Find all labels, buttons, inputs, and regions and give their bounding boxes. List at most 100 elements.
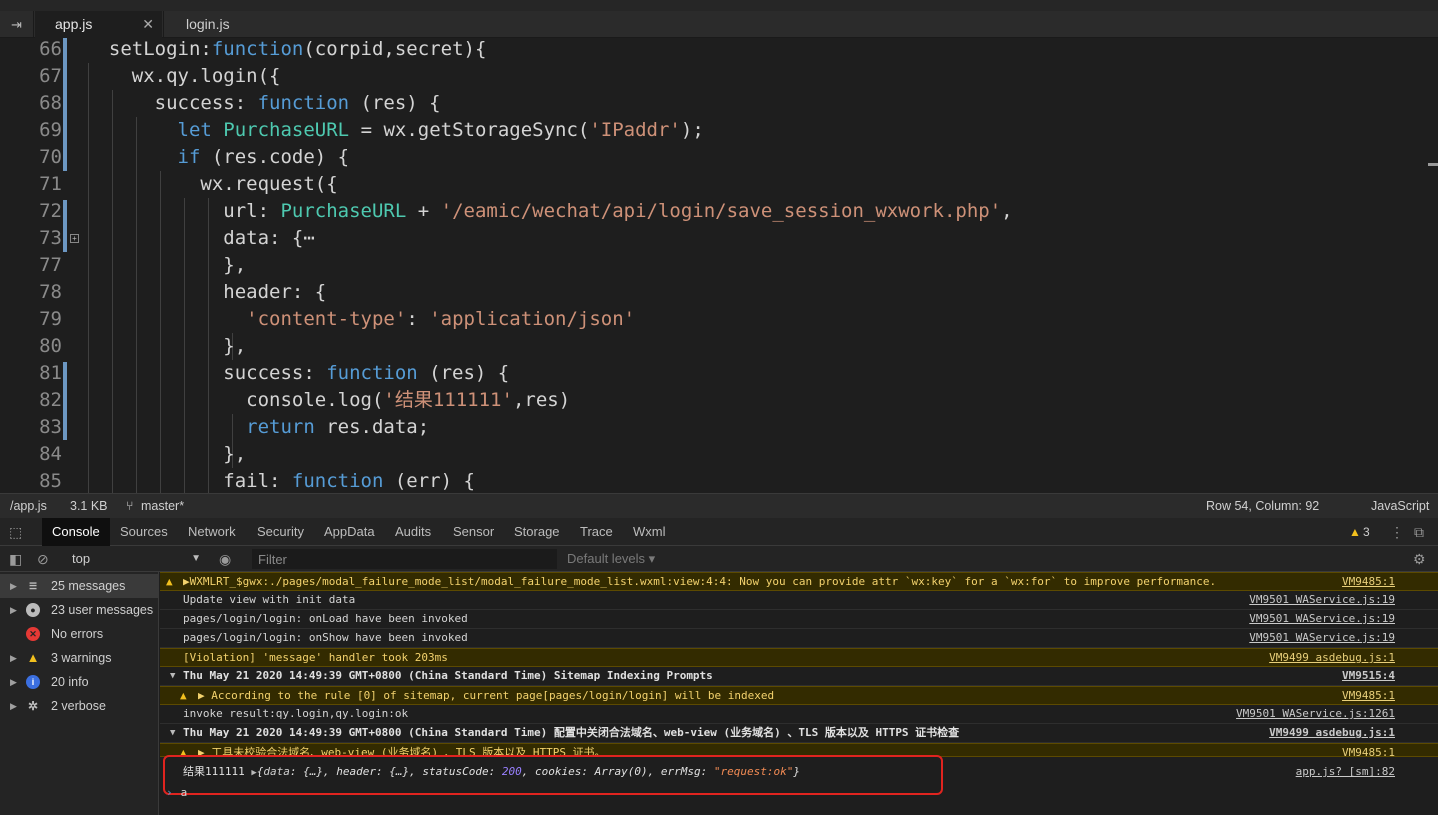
console-prompt[interactable]: › a <box>166 786 187 799</box>
console-group[interactable]: ▼ Thu May 21 2020 14:49:39 GMT+0800 (Chi… <box>160 724 1438 743</box>
code-line: if (res.code) { <box>177 146 350 168</box>
error-icon: ✕ <box>26 627 40 641</box>
message-text: Update view with init data <box>183 593 356 606</box>
code-line: success: function (res) { <box>86 362 510 384</box>
git-branch[interactable]: master* <box>141 494 184 518</box>
source-link[interactable]: VM9501 WAService.js:19 <box>1249 591 1395 609</box>
sidebar-item-label: No errors <box>51 627 104 641</box>
more-options-icon[interactable]: ⋮ <box>1390 518 1404 546</box>
collapse-arrow-icon[interactable]: ▼ <box>170 724 175 742</box>
chevron-down-icon: ▼ <box>191 553 201 564</box>
collapse-arrow-icon[interactable]: ▼ <box>170 667 175 685</box>
fold-expand-icon[interactable]: + <box>70 234 79 243</box>
toggle-sidebar-icon[interactable]: ◧ <box>9 546 22 572</box>
status-bar: /app.js 3.1 KB ⑂ master* Row 54, Column:… <box>0 493 1438 518</box>
tab-login-js[interactable]: login.js <box>163 11 273 38</box>
console-toolbar: ◧ ⊘ top ▼ ◉ Default levels ▾ ⚙ <box>0 546 1438 572</box>
live-expression-eye-icon[interactable]: ◉ <box>219 546 231 572</box>
git-modified-marker <box>63 362 67 440</box>
file-path: /app.js <box>10 499 47 513</box>
sidebar-item-warnings[interactable]: ▶ ▲ 3 warnings <box>0 646 158 670</box>
tab-sensor[interactable]: Sensor <box>443 518 504 546</box>
code-line: header: { <box>86 281 327 303</box>
context-selector[interactable]: top ▼ <box>62 549 207 569</box>
console-message: ▲ ▶WXMLRT_$gwx:./pages/modal_failure_mod… <box>160 572 1438 591</box>
sidebar-toggle-icon[interactable]: ⇥ <box>0 11 34 38</box>
tab-audits[interactable]: Audits <box>385 518 441 546</box>
undock-icon[interactable]: ⧉ <box>1414 518 1424 546</box>
source-link[interactable]: VM9501 WAService.js:19 <box>1249 629 1395 647</box>
source-link[interactable]: VM9485:1 <box>1342 573 1395 591</box>
console-message: ▲ ▶ According to the rule [0] of sitemap… <box>160 686 1438 705</box>
cursor-position[interactable]: Row 54, Column: 92 <box>1206 494 1319 518</box>
message-text: pages/login/login: onShow have been invo… <box>183 631 468 644</box>
log-levels-dropdown[interactable]: Default levels ▾ <box>567 546 655 572</box>
sidebar-item-messages[interactable]: ▶ ☰ 25 messages <box>0 574 158 598</box>
source-link[interactable]: VM9501 WAService.js:19 <box>1249 610 1395 628</box>
line-number: 80 <box>39 335 62 357</box>
git-modified-marker <box>63 38 67 171</box>
code-editor[interactable]: 66 67 68 69 70 71 72 73 77 78 79 80 81 8… <box>0 38 1438 493</box>
code-line: data: {⋯ <box>86 227 315 249</box>
source-link[interactable]: app.js? [sm]:82 <box>1296 763 1395 781</box>
tab-network[interactable]: Network <box>178 518 246 546</box>
line-number: 68 <box>39 92 62 114</box>
source-link[interactable]: VM9515:4 <box>1342 667 1395 685</box>
devtools-tab-bar: ⬚ Console Sources Network Security AppDa… <box>0 518 1438 546</box>
tab-wxml[interactable]: Wxml <box>623 518 676 546</box>
branch-icon: ⑂ <box>126 499 134 513</box>
close-icon[interactable]: ✕ <box>142 11 154 38</box>
sidebar-item-user-messages[interactable]: ▶ ● 23 user messages <box>0 598 158 622</box>
warning-icon: ▲ <box>180 689 187 702</box>
gear-icon[interactable]: ⚙ <box>1413 546 1426 572</box>
context-value: top <box>72 551 91 566</box>
warning-count[interactable]: 3 <box>1363 518 1370 546</box>
sidebar-item-verbose[interactable]: ▶ ✲ 2 verbose <box>0 694 158 718</box>
tab-appdata[interactable]: AppData <box>314 518 385 546</box>
code-line: }, <box>86 443 247 465</box>
sidebar-item-errors[interactable]: ✕ No errors <box>0 622 158 646</box>
code-line: }, <box>86 254 247 276</box>
source-link[interactable]: VM9485:1 <box>1342 744 1395 756</box>
code-line: }, <box>86 335 247 357</box>
prompt-chevron-icon: › <box>166 786 173 799</box>
tab-console[interactable]: Console <box>42 518 110 546</box>
tab-label: app.js <box>55 16 93 32</box>
expand-arrow-icon: ▶ <box>10 677 17 687</box>
tab-storage[interactable]: Storage <box>504 518 570 546</box>
line-number: 69 <box>39 119 62 141</box>
source-link[interactable]: VM9485:1 <box>1342 687 1395 705</box>
tab-trace[interactable]: Trace <box>570 518 623 546</box>
tab-security[interactable]: Security <box>247 518 314 546</box>
line-number: 67 <box>39 65 62 87</box>
file-size: 3.1 KB <box>70 499 108 513</box>
user-icon: ● <box>26 603 40 617</box>
message-text: invoke result:qy.login,qy.login:ok <box>183 707 409 720</box>
source-link[interactable]: VM9501 WAService.js:1261 <box>1236 705 1395 723</box>
tab-app-js[interactable]: app.js ✕ <box>35 11 162 38</box>
sidebar-item-info[interactable]: ▶ i 20 info <box>0 670 158 694</box>
line-number: 79 <box>39 308 62 330</box>
tab-sources[interactable]: Sources <box>110 518 178 546</box>
source-link[interactable]: VM9499 asdebug.js:1 <box>1269 649 1395 667</box>
warning-icon[interactable]: ▲ <box>1349 518 1361 546</box>
console-message: invoke result:qy.login,qy.login:ok VM950… <box>160 705 1438 724</box>
language-mode[interactable]: JavaScript <box>1371 494 1429 518</box>
console-sidebar: ▶ ☰ 25 messages ▶ ● 23 user messages ✕ N… <box>0 572 159 815</box>
console-group[interactable]: ▼ Thu May 21 2020 14:49:39 GMT+0800 (Chi… <box>160 667 1438 686</box>
warning-icon: ▲ <box>26 650 40 665</box>
source-link[interactable]: VM9499 asdebug.js:1 <box>1269 724 1395 742</box>
clear-console-icon[interactable]: ⊘ <box>37 546 49 572</box>
line-number: 85 <box>39 470 62 492</box>
console-message: [Violation] 'message' handler took 203ms… <box>160 648 1438 667</box>
prompt-input-text: a <box>180 786 188 799</box>
code-line: wx.qy.login({ <box>86 65 281 87</box>
line-number: 73 <box>39 227 62 249</box>
inspect-element-icon[interactable]: ⬚ <box>9 518 22 546</box>
line-number: 72 <box>39 200 62 222</box>
code-line: return res.data; <box>246 416 430 438</box>
filter-input[interactable] <box>252 549 557 569</box>
scrollbar-marker[interactable] <box>1428 163 1438 166</box>
line-number: 70 <box>39 146 62 168</box>
expand-arrow-icon: ▶ <box>10 701 17 711</box>
